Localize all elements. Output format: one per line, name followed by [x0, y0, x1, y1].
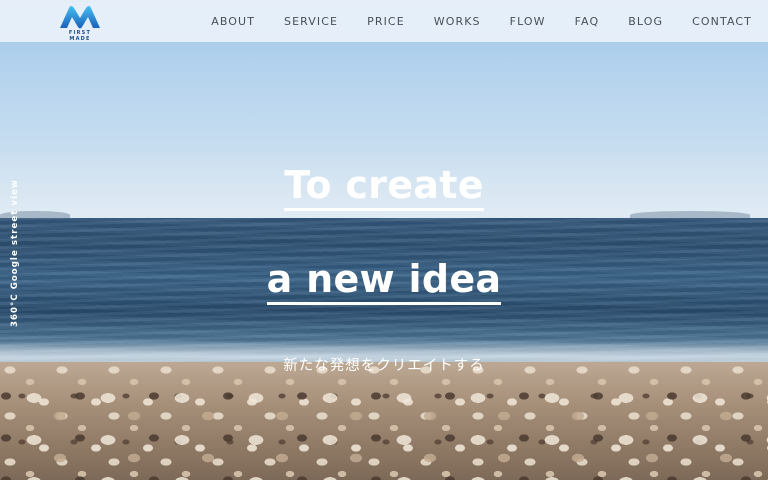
- nav-about[interactable]: ABOUT: [211, 15, 255, 28]
- nav-works[interactable]: WORKS: [434, 15, 481, 28]
- hero-headline-line1-text: To create: [284, 163, 484, 211]
- logo-m-icon: [60, 6, 100, 29]
- pebbles: [0, 380, 768, 480]
- nav-price[interactable]: PRICE: [367, 15, 405, 28]
- nav-contact[interactable]: CONTACT: [692, 15, 752, 28]
- hero-background: [0, 0, 768, 480]
- nav-faq[interactable]: FAQ: [575, 15, 600, 28]
- hero-headline-line2-text: a new idea: [266, 257, 502, 305]
- logo-text: FIRST MADE: [68, 30, 92, 42]
- nav-flow[interactable]: FLOW: [510, 15, 546, 28]
- main-nav: ABOUT SERVICE PRICE WORKS FLOW FAQ BLOG …: [182, 0, 752, 42]
- nav-blog[interactable]: BLOG: [628, 15, 663, 28]
- hero-headline-line2: a new idea: [0, 257, 768, 305]
- nav-service[interactable]: SERVICE: [284, 15, 338, 28]
- hero-headline-line1: To create: [0, 163, 768, 211]
- hero-subtitle: 新たな発想をクリエイトする: [283, 358, 485, 374]
- logo[interactable]: FIRST MADE: [58, 4, 102, 42]
- site-header: FIRST MADE ABOUT SERVICE PRICE WORKS FLO…: [0, 0, 768, 42]
